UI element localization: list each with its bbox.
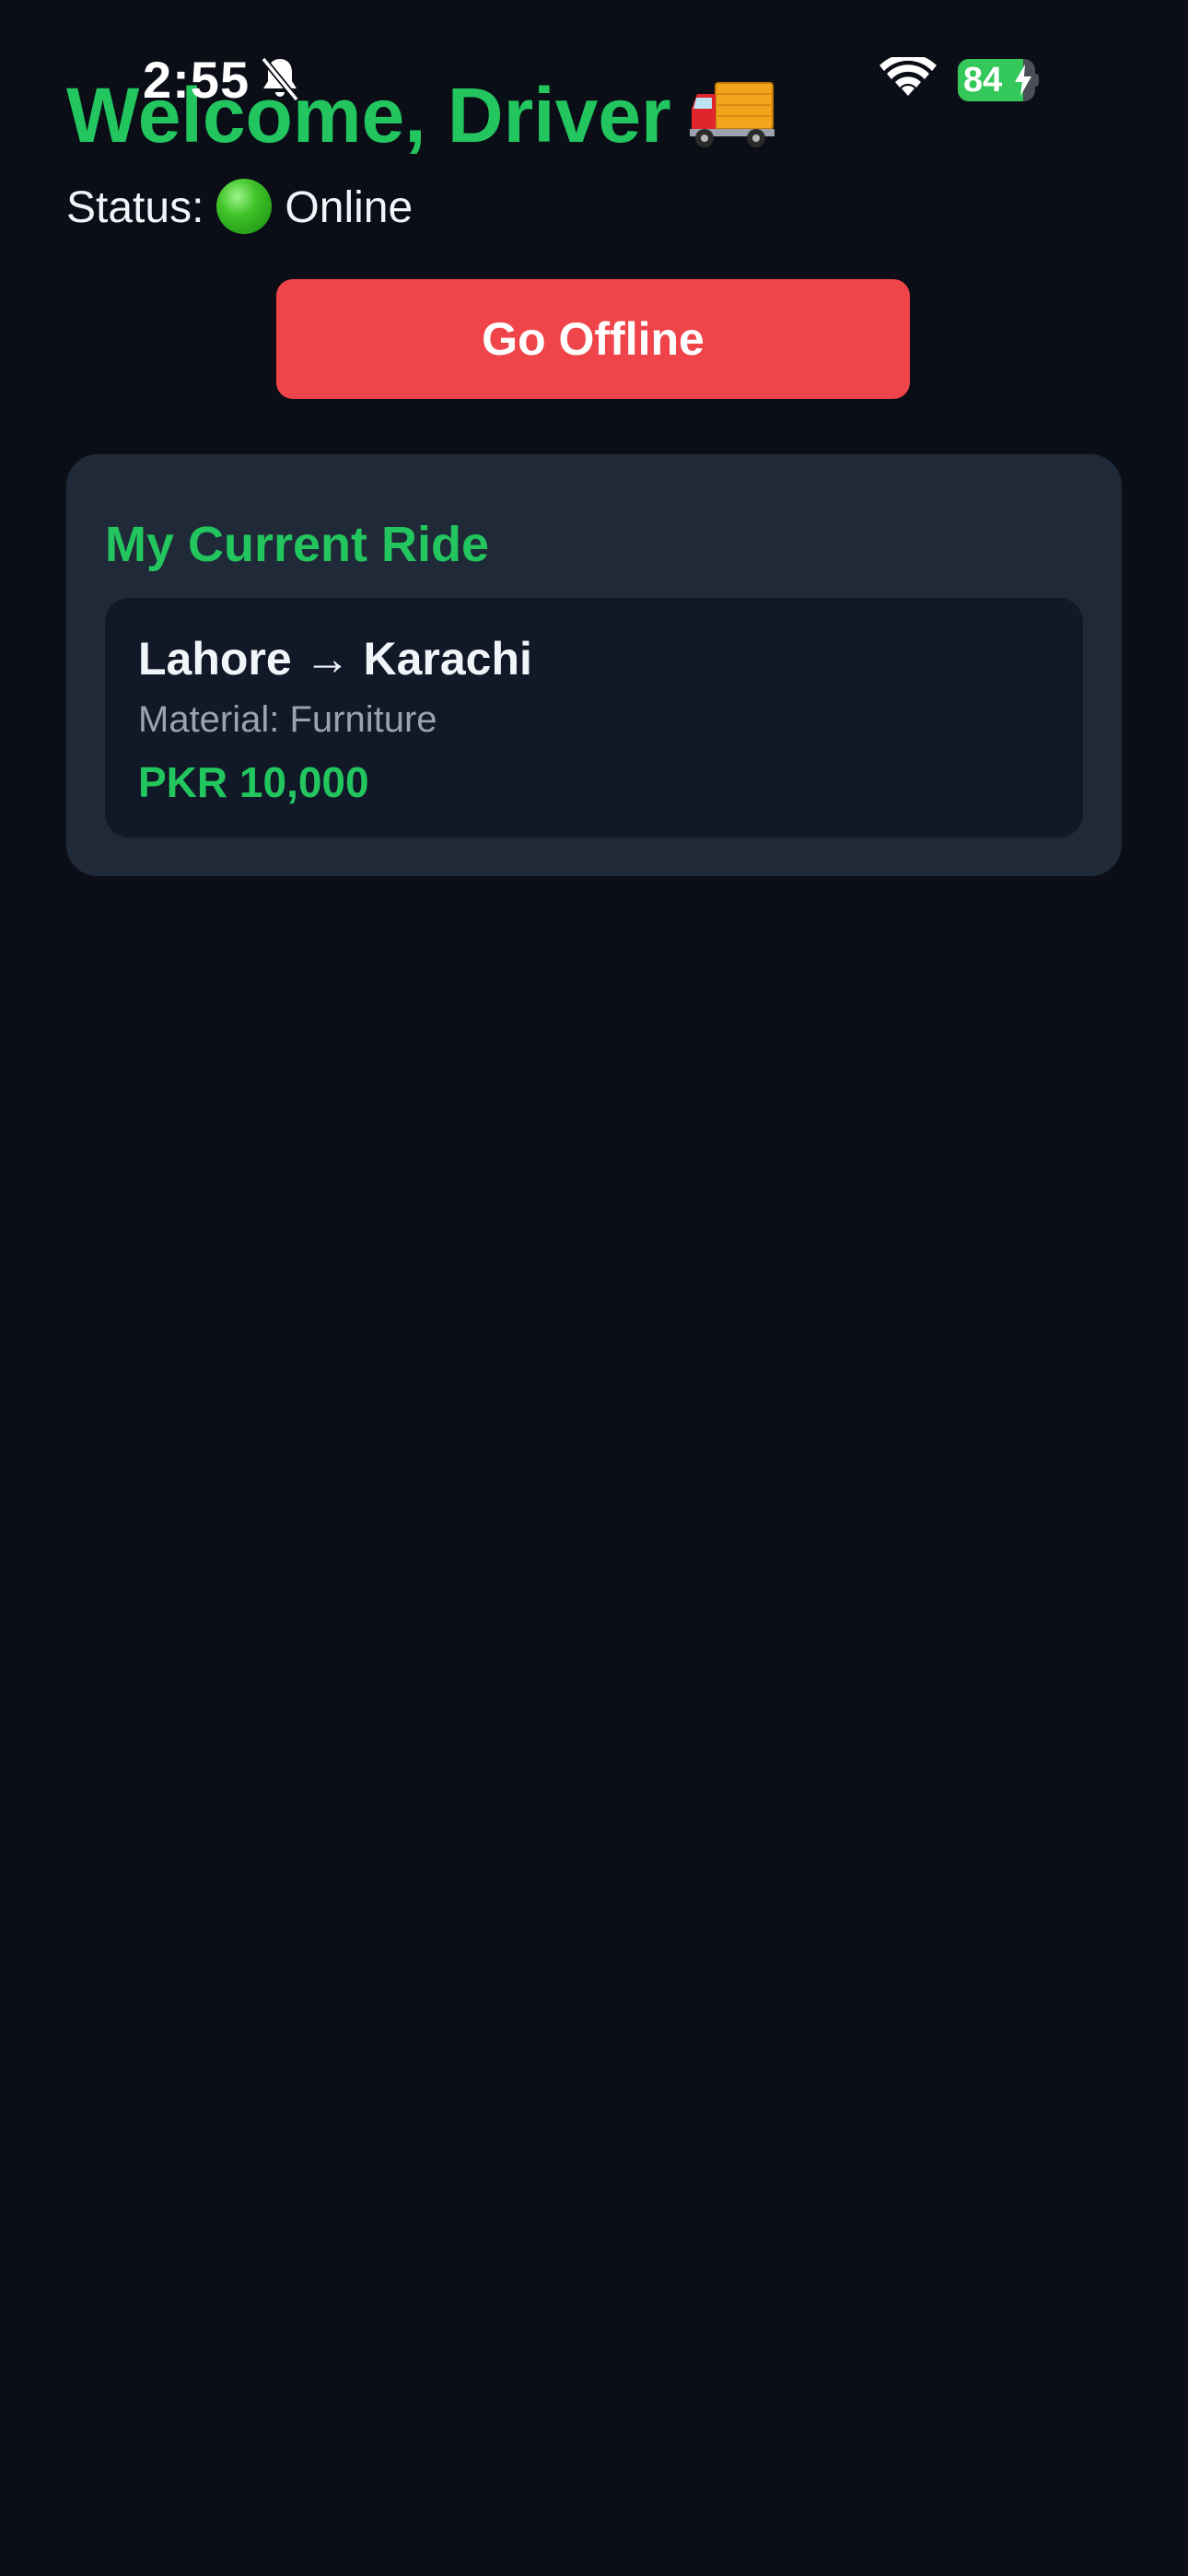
truck-icon: [689, 81, 775, 147]
status-time: 2:55: [143, 51, 250, 109]
ride-price: PKR 10,000: [138, 758, 369, 806]
driver-dashboard-screen: 2:55 84 Welcome, Driver Status: Online G…: [0, 0, 1188, 2576]
charging-bolt-icon: [1015, 64, 1031, 96]
status-value: Online: [285, 183, 413, 232]
current-ride-title: My Current Ride: [105, 517, 490, 572]
current-ride-card[interactable]: Lahore → Karachi Material: Furniture PKR…: [105, 598, 1083, 837]
battery-percentage: 84: [963, 61, 1003, 100]
go-offline-button[interactable]: Go Offline: [276, 279, 910, 399]
bell-slash-icon: [261, 56, 299, 102]
battery-indicator: 84: [958, 59, 1039, 101]
status-line: Status: Online: [66, 179, 413, 238]
status-label: Status:: [66, 183, 204, 232]
green-circle-icon: [216, 179, 273, 235]
current-ride-panel: My Current Ride Lahore → Karachi Materia…: [66, 454, 1122, 876]
wifi-icon: [879, 57, 937, 96]
ride-material: Material: Furniture: [138, 699, 437, 740]
ride-route: Lahore → Karachi: [138, 633, 532, 685]
